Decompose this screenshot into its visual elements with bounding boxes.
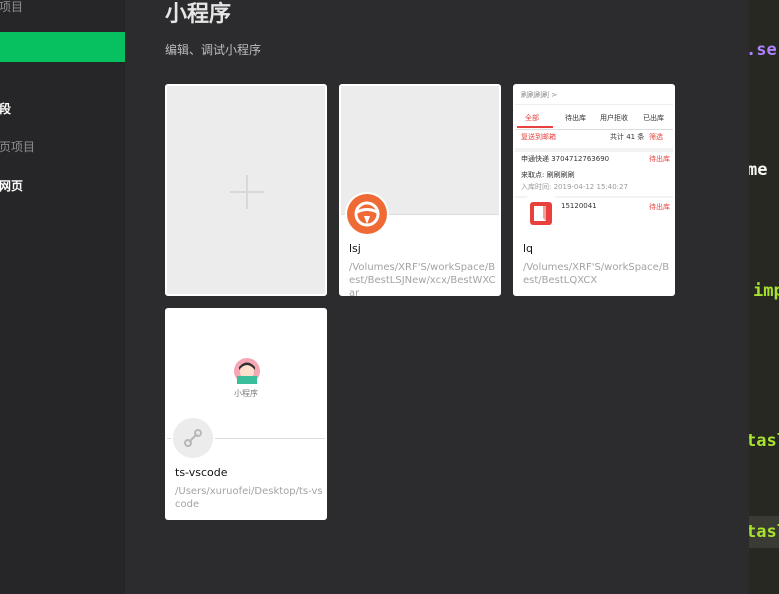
mock-tabs: 全部 待出库 用户拒收 已出库 — [515, 104, 673, 130]
link-icon — [173, 418, 213, 458]
sidebar-item-official-webpage[interactable]: 号网页 — [0, 171, 125, 201]
code-line-highlighted: tasl — [749, 516, 779, 548]
mock-tab: 全部 — [525, 114, 539, 122]
page-subtitle: 编辑、调试小程序 — [165, 43, 262, 57]
mock-divider — [515, 148, 673, 152]
code-line: me — [749, 160, 768, 180]
mock-text: 复送到邮箱 — [521, 133, 556, 141]
mock-text: 入库时间: 2019-04-12 15:40:27 — [521, 183, 628, 191]
project-name: lsj — [349, 242, 361, 255]
mock-text: 来取点: 刷刷刷刷 — [521, 171, 575, 179]
sidebar-item-label: 网页项目 — [0, 140, 36, 154]
sidebar-item-miniprogram[interactable]: 序 — [0, 32, 125, 62]
project-path: /Users/xuruofei/Desktop/ts-vscode — [175, 486, 323, 510]
steering-wheel-icon — [347, 194, 387, 234]
sidebar-item-web-project[interactable]: 网页项目 — [0, 132, 125, 162]
mock-summary-row: 复送到邮箱 共计 41 条 筛选 — [515, 132, 673, 146]
mock-text: 待出库 — [649, 155, 670, 163]
sidebar-item-snippet[interactable]: 片段 — [0, 94, 125, 124]
project-card-lsj[interactable]: lsj /Volumes/XRF'S/workSpace/Best/BestLS… — [339, 84, 501, 296]
project-card-lq[interactable]: 刷刷刷刷 > 全部 待出库 用户拒收 已出库 复送到邮箱 共计 41 条 筛选 … — [513, 84, 675, 296]
project-card-ts-vscode[interactable]: 小程序 ts-vscode /Users/xuruofei/Desktop/ts… — [165, 308, 327, 520]
new-project-card[interactable] — [165, 84, 327, 296]
project-path: /Volumes/XRF'S/workSpace/Best/BestLSJNew… — [349, 262, 496, 296]
plus-icon-vertical — [246, 175, 248, 209]
mock-tab: 待出库 — [565, 114, 586, 122]
mock-tab: 已出库 — [643, 114, 664, 122]
sidebar: 目项目 序 戏 片段 网页项目 号网页 — [0, 0, 125, 594]
page-title: 小程序 — [165, 2, 232, 27]
thumbnail-label: 小程序 — [234, 389, 258, 398]
project-name: lq — [523, 242, 534, 255]
sidebar-item-game[interactable]: 戏 — [0, 62, 125, 92]
avatar — [234, 358, 260, 388]
sidebar-item-label: 片段 — [0, 102, 12, 116]
code-line: .se — [749, 40, 777, 60]
mock-text: 筛选 — [649, 133, 663, 141]
code-editor-background: .se me imp tasl tasl — [749, 0, 779, 594]
code-line: imp — [753, 281, 779, 301]
book-icon — [521, 194, 561, 234]
mock-text: 申通快递 3704712763690 — [521, 155, 610, 163]
sidebar-item-project[interactable]: 目项目 — [0, 0, 125, 22]
mock-tab: 用户拒收 — [600, 114, 628, 122]
sidebar-item-label: 号网页 — [0, 179, 24, 193]
mock-tab-indicator — [517, 126, 553, 128]
code-line: tasl — [749, 431, 779, 451]
mock-text: 共计 41 条 — [610, 133, 645, 141]
mock-header: 刷刷刷刷 > — [521, 91, 558, 99]
mock-text: 待出库 — [649, 203, 670, 211]
project-path: /Volumes/XRF'S/workSpace/Best/BestLQXCX — [523, 262, 670, 286]
project-name: ts-vscode — [175, 466, 228, 479]
sidebar-item-label: 目项目 — [0, 0, 24, 14]
mock-text: 15120041 — [561, 202, 597, 210]
